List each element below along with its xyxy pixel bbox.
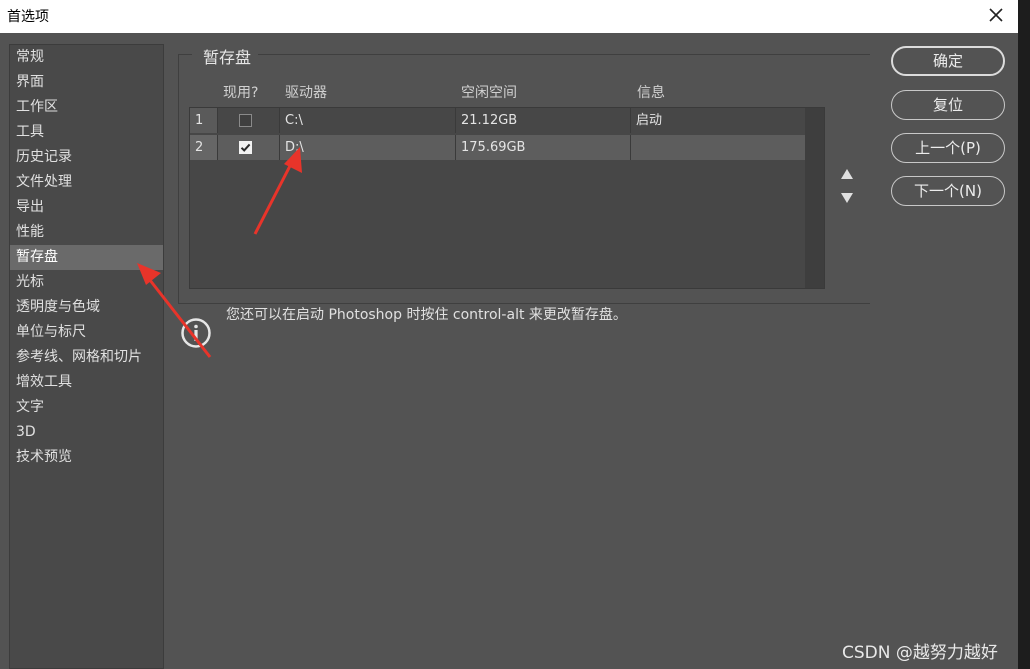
drive-cell: D:\ <box>280 135 456 160</box>
sidebar-item-transparency-gamut[interactable]: 透明度与色域 <box>10 295 163 320</box>
row-number: 1 <box>190 108 218 133</box>
group-border <box>258 54 870 55</box>
column-header-active: 现用? <box>223 85 259 101</box>
reset-button[interactable]: 复位 <box>891 90 1005 120</box>
preferences-sidebar: 常规 界面 工作区 工具 历史记录 文件处理 导出 性能 暂存盘 光标 透明度与… <box>9 44 164 669</box>
table-scrollbar[interactable] <box>805 108 824 288</box>
sidebar-item-history-log[interactable]: 历史记录 <box>10 145 163 170</box>
active-checkbox[interactable] <box>239 114 252 127</box>
next-button[interactable]: 下一个(N) <box>891 176 1005 206</box>
active-cell <box>218 135 280 160</box>
free-space-cell: 21.12GB <box>456 108 631 133</box>
drive-cell: C:\ <box>280 108 456 133</box>
column-header-free-space: 空闲空间 <box>461 85 517 101</box>
active-cell <box>218 108 280 133</box>
move-down-icon[interactable] <box>841 193 853 203</box>
scratch-disks-group-title: 暂存盘 <box>203 48 252 67</box>
info-cell: 启动 <box>636 113 663 128</box>
free-space-cell: 175.69GB <box>456 135 631 160</box>
sidebar-item-general[interactable]: 常规 <box>10 45 163 70</box>
sidebar-item-cursors[interactable]: 光标 <box>10 270 163 295</box>
ok-button[interactable]: 确定 <box>891 46 1005 76</box>
title-bar: 首选项 <box>0 0 1018 33</box>
previous-button[interactable]: 上一个(P) <box>891 133 1005 163</box>
group-border <box>178 54 179 304</box>
close-icon[interactable] <box>984 3 1008 27</box>
sidebar-item-scratch-disks[interactable]: 暂存盘 <box>10 245 163 270</box>
sidebar-item-type[interactable]: 文字 <box>10 395 163 420</box>
sidebar-item-interface[interactable]: 界面 <box>10 70 163 95</box>
active-checkbox[interactable] <box>239 141 252 154</box>
table-row[interactable]: 2 D:\ 175.69GB <box>190 135 805 160</box>
sidebar-item-3d[interactable]: 3D <box>10 420 163 445</box>
row-number: 2 <box>190 135 218 160</box>
sidebar-item-tools[interactable]: 工具 <box>10 120 163 145</box>
sidebar-item-file-handling[interactable]: 文件处理 <box>10 170 163 195</box>
info-cell <box>631 135 805 160</box>
sidebar-item-tech-previews[interactable]: 技术预览 <box>10 445 163 470</box>
watermark: CSDN @越努力越好 <box>842 643 998 663</box>
sidebar-item-guides-grid-slices[interactable]: 参考线、网格和切片 <box>10 345 163 370</box>
sidebar-item-workspace[interactable]: 工作区 <box>10 95 163 120</box>
window-edge <box>1018 0 1030 669</box>
info-icon <box>181 318 211 348</box>
sidebar-item-plugins[interactable]: 增效工具 <box>10 370 163 395</box>
column-header-drive: 驱动器 <box>285 85 327 101</box>
sidebar-item-export[interactable]: 导出 <box>10 195 163 220</box>
sidebar-item-units-rulers[interactable]: 单位与标尺 <box>10 320 163 345</box>
column-header-info: 信息 <box>637 85 665 101</box>
table-row[interactable]: 1 C:\ 21.12GB 启动 <box>190 108 805 133</box>
move-up-icon[interactable] <box>841 169 853 179</box>
checkmark-icon <box>240 143 251 152</box>
window-title: 首选项 <box>7 9 49 25</box>
sidebar-item-performance[interactable]: 性能 <box>10 220 163 245</box>
info-message: 您还可以在启动 Photoshop 时按住 control-alt 来更改暂存盘… <box>226 307 627 323</box>
group-border <box>178 54 192 55</box>
